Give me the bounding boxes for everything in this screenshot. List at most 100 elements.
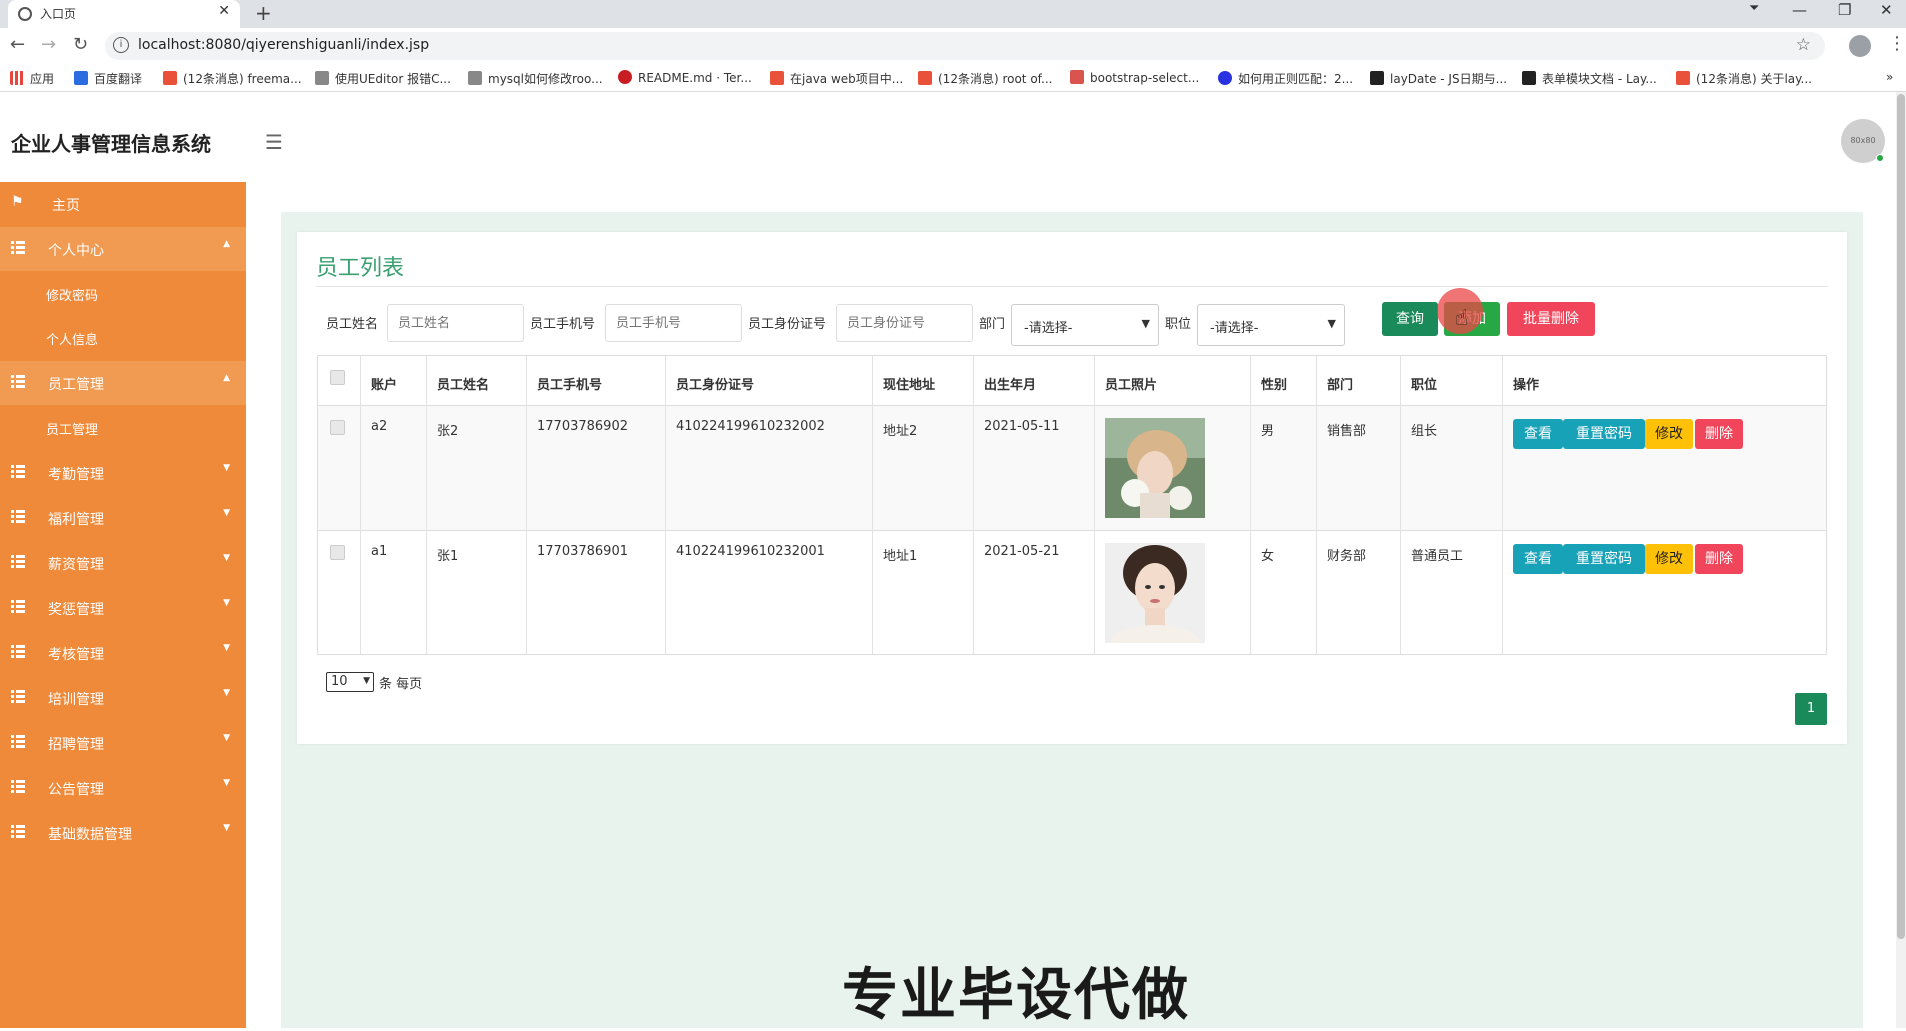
close-window-button[interactable]: ✕	[1880, 1, 1893, 19]
app-header: 企业人事管理信息系统 ☰ 80x80	[0, 92, 1906, 182]
apps-icon	[10, 71, 24, 85]
browser-tab[interactable]: 入口页 ✕	[8, 0, 240, 28]
sidebar-item-training[interactable]: 培训管理 ▼	[0, 676, 246, 720]
sidebar-item-welfare[interactable]: 福利管理 ▼	[0, 496, 246, 540]
url-text: localhost:8080/qiyerenshiguanli/index.js…	[138, 37, 430, 53]
sidebar-item-rewards[interactable]: 奖惩管理 ▼	[0, 586, 246, 630]
sidebar-item-label: 修改密码	[46, 289, 99, 304]
bookmark-item[interactable]: bootstrap-select...	[1070, 70, 1199, 85]
reset-password-button[interactable]: 重置密码	[1563, 544, 1645, 574]
page-title: 员工列表	[316, 256, 405, 281]
position-select-value: -请选择-	[1210, 321, 1259, 336]
caret-down-icon: ▼	[223, 553, 230, 563]
column-header: 账户	[371, 378, 398, 393]
employee-list-card: 员工列表 员工姓名 员工手机号 员工身份证号 部门 -请选择- ▼ 职位 -请选…	[297, 232, 1847, 744]
grid-icon	[11, 600, 25, 613]
more-bookmarks-icon[interactable]: »	[1886, 70, 1893, 84]
sidebar-item-personal-center[interactable]: 个人中心 ▲	[0, 227, 246, 271]
cell-position: 普通员工	[1411, 549, 1464, 564]
sidebar-item-base-data[interactable]: 基础数据管理 ▼	[0, 811, 246, 855]
back-icon[interactable]: ←	[10, 34, 25, 55]
select-all-checkbox[interactable]	[330, 370, 345, 385]
bookmark-item[interactable]: 百度翻译	[74, 70, 142, 87]
chevron-down-icon: ▼	[1327, 317, 1336, 330]
sidebar: ⚑ 主页 个人中心 ▲ 修改密码 个人信息 员工管理 ▲ 员工管理 考勤管理 ▼…	[0, 182, 246, 1028]
sidebar-item-salary[interactable]: 薪资管理 ▼	[0, 541, 246, 585]
column-header: 性别	[1261, 378, 1288, 393]
info-icon[interactable]: i	[113, 37, 129, 53]
sidebar-item-personal-info[interactable]: 个人信息	[0, 316, 246, 360]
view-button[interactable]: 查看	[1513, 419, 1563, 449]
bookmark-item[interactable]: (12条消息) 关于lay...	[1676, 70, 1812, 87]
translate-icon	[74, 71, 88, 85]
sidebar-item-recruitment[interactable]: 招聘管理 ▼	[0, 721, 246, 765]
row-checkbox[interactable]	[330, 420, 345, 435]
reset-password-button[interactable]: 重置密码	[1563, 419, 1645, 449]
minimize-button[interactable]: —	[1792, 1, 1807, 19]
hamburger-menu-icon[interactable]: ☰	[265, 130, 283, 154]
page-size-select[interactable]: 10 ▼	[326, 672, 374, 692]
new-tab-button[interactable]: +	[255, 1, 272, 25]
bookmark-apps[interactable]: 应用	[10, 70, 54, 87]
bookmark-item[interactable]: 如何用正则匹配：2...	[1218, 70, 1353, 87]
position-select[interactable]: -请选择- ▼	[1197, 304, 1345, 346]
close-tab-icon[interactable]: ✕	[218, 3, 230, 19]
employee-photo[interactable]	[1105, 543, 1205, 643]
delete-button[interactable]: 删除	[1695, 419, 1743, 449]
forward-icon[interactable]: →	[41, 34, 56, 55]
bookmark-item[interactable]: README.md · Ter...	[618, 70, 752, 85]
employee-photo[interactable]	[1105, 418, 1205, 518]
bookmark-item[interactable]: (12条消息) root of...	[918, 70, 1052, 87]
browser-menu-icon[interactable]: ⋮	[1888, 33, 1906, 54]
profile-avatar-icon[interactable]	[1849, 35, 1871, 57]
batch-delete-button[interactable]: 批量删除	[1507, 302, 1595, 336]
edit-button[interactable]: 修改	[1645, 544, 1693, 574]
phone-filter-input[interactable]	[605, 304, 742, 342]
bookmark-icon	[315, 71, 329, 85]
sidebar-item-attendance[interactable]: 考勤管理 ▼	[0, 451, 246, 495]
restore-button[interactable]: ❐	[1838, 1, 1851, 19]
view-button[interactable]: 查看	[1513, 544, 1563, 574]
bookmark-item[interactable]: 表单模块文档 - Lay...	[1522, 70, 1657, 87]
row-checkbox[interactable]	[330, 545, 345, 560]
dept-select[interactable]: -请选择- ▼	[1011, 304, 1159, 346]
sidebar-item-announcements[interactable]: 公告管理 ▼	[0, 766, 246, 810]
position-filter-label: 职位	[1165, 317, 1192, 332]
search-button[interactable]: 查询	[1382, 302, 1438, 336]
grid-icon	[11, 241, 25, 254]
column-header: 员工姓名	[437, 378, 490, 393]
sidebar-item-employee-management[interactable]: 员工管理 ▲	[0, 361, 246, 405]
sidebar-item-employee-list[interactable]: 员工管理	[0, 406, 246, 450]
dept-filter-label: 部门	[979, 317, 1006, 332]
page-scrollbar[interactable]	[1896, 92, 1906, 1028]
reload-icon[interactable]: ↻	[73, 34, 88, 55]
idcard-filter-input[interactable]	[836, 304, 973, 342]
caret-down-icon: ▼	[223, 643, 230, 653]
tab-title: 入口页	[40, 7, 77, 21]
caret-down-icon: ▼	[223, 598, 230, 608]
bookmark-item[interactable]: 在java web项目中...	[770, 70, 903, 87]
globe-icon	[18, 7, 32, 21]
edit-button[interactable]: 修改	[1645, 419, 1693, 449]
page-number-button[interactable]: 1	[1795, 693, 1827, 725]
bookmark-item[interactable]: layDate - JS日期与...	[1370, 70, 1507, 87]
bookmark-star-icon[interactable]: ☆	[1796, 35, 1811, 55]
bookmark-item[interactable]: mysql如何修改roo...	[468, 70, 603, 87]
bookmark-item[interactable]: 使用UEditor 报错C...	[315, 70, 451, 87]
sidebar-item-label: 个人信息	[46, 333, 99, 348]
name-filter-input[interactable]	[387, 304, 524, 342]
grid-icon	[11, 510, 25, 523]
sidebar-item-assessment[interactable]: 考核管理 ▼	[0, 631, 246, 675]
sidebar-item-home[interactable]: ⚑ 主页	[0, 182, 246, 226]
url-input[interactable]: i localhost:8080/qiyerenshiguanli/index.…	[105, 32, 1825, 60]
bookmark-item[interactable]: (12条消息) freema...	[163, 70, 302, 87]
browser-tab-bar: 入口页 ✕ + ⏷ — ❐ ✕	[0, 0, 1906, 28]
row-divider	[318, 530, 1826, 531]
scrollbar-thumb[interactable]	[1897, 94, 1905, 939]
delete-button[interactable]: 删除	[1695, 544, 1743, 574]
name-filter-label: 员工姓名	[326, 317, 379, 332]
sidebar-item-change-password[interactable]: 修改密码	[0, 272, 246, 316]
cell-gender: 男	[1261, 424, 1275, 439]
tab-search-icon[interactable]: ⏷	[1749, 1, 1759, 16]
page-size-value: 10	[331, 674, 348, 689]
